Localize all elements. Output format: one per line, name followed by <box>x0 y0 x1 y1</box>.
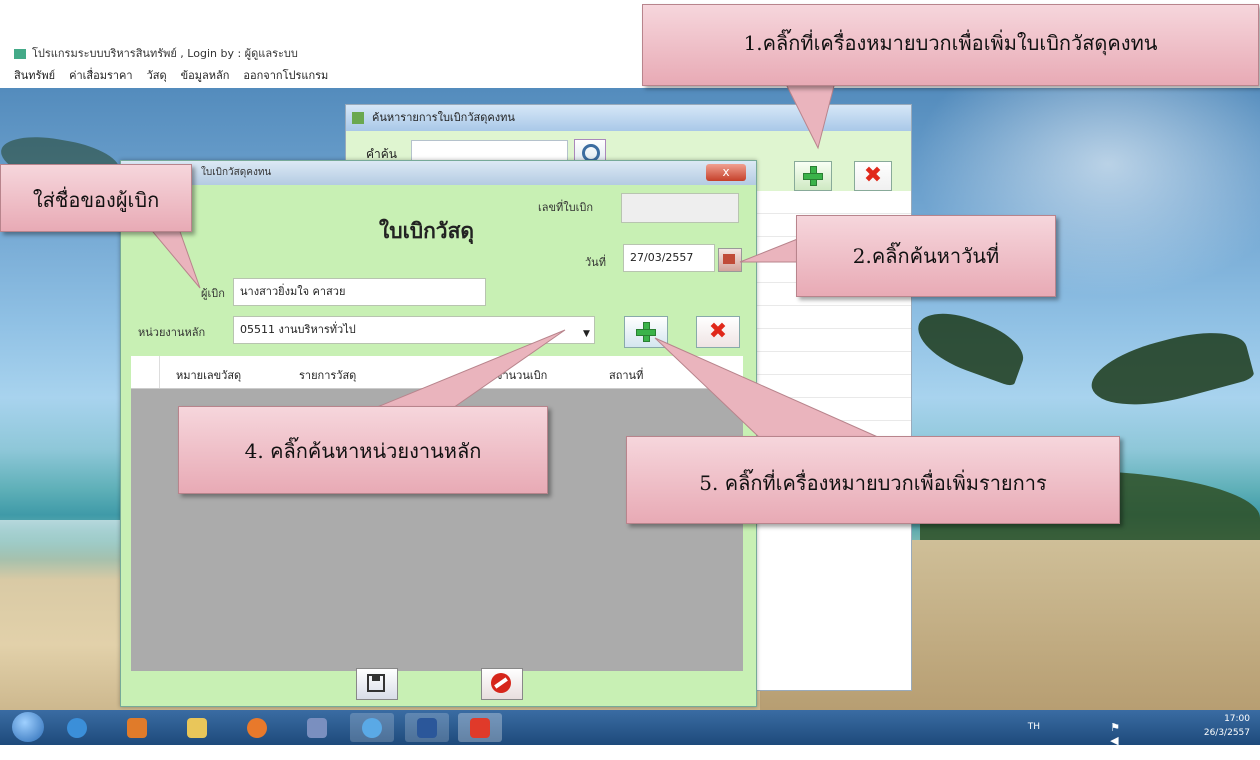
save-button[interactable] <box>356 668 398 700</box>
taskbar-word[interactable] <box>405 713 449 742</box>
callout-4-text: 4. คลิ๊กค้นหาหน่วยงานหลัก <box>244 439 482 463</box>
taskbar-messenger[interactable] <box>295 713 339 742</box>
callout-1-text: 1.คลิ๊กที่เครื่องหมายบวกเพื่อเพิ่มใบเบิก… <box>743 31 1158 55</box>
menu-asset[interactable]: สินทรัพย์ <box>14 66 55 84</box>
doc-no-label: เลขที่ใบเบิก <box>538 201 594 214</box>
language-indicator[interactable]: TH <box>1028 722 1040 732</box>
callout-add-item: 5. คลิ๊กที่เครื่องหมายบวกเพื่อเพิ่มรายกา… <box>626 436 1120 524</box>
add-requisition-button[interactable] <box>794 161 832 191</box>
internet-explorer-icon <box>67 718 87 738</box>
col-quantity[interactable]: จำนวนเบิก <box>496 366 547 384</box>
word-icon <box>417 718 437 738</box>
callout-3-text: ใส่ชื่อของผู้เบิก <box>32 188 160 212</box>
taskbar-ie[interactable] <box>55 713 99 742</box>
callout-2-text: 2.คลิ๊กค้นหาวันที่ <box>852 244 1000 268</box>
folder-icon <box>187 718 207 738</box>
date-field[interactable]: 27/03/2557 <box>623 244 715 272</box>
taskbar: TH ⚑ ◀ ▲ 17:00 26/3/2557 <box>0 710 1260 760</box>
grid-header: หมายเลขวัสดุ รายการวัสดุ จำนวนเบิก สถานท… <box>131 356 743 389</box>
chevron-down-icon: ▼ <box>583 329 590 339</box>
taskbar-app[interactable] <box>458 713 502 742</box>
app-title-text: โปรแกรมระบบบริหารสินทรัพย์ , Login by : … <box>32 47 298 60</box>
window-icon <box>352 112 364 124</box>
floppy-disk-icon <box>367 674 385 692</box>
app-icon <box>470 718 490 738</box>
date-label: วันที่ <box>585 256 606 269</box>
plus-icon <box>803 166 823 186</box>
dialog-titlebar: ใบเบิกวัสดุคงทน x <box>121 161 756 185</box>
app-title: โปรแกรมระบบบริหารสินทรัพย์ , Login by : … <box>14 44 298 62</box>
date-picker-button[interactable] <box>718 248 742 272</box>
menu-bar: สินทรัพย์ ค่าเสื่อมราคา วัสดุ ข้อมูลหลัก… <box>14 66 328 84</box>
callout-date: 2.คลิ๊กค้นหาวันที่ <box>796 215 1056 297</box>
clock-date[interactable]: 26/3/2557 <box>1200 728 1250 738</box>
dialog-title: ใบเบิกวัสดุคงทน <box>201 167 272 178</box>
app-logo-icon <box>14 49 26 59</box>
cancel-button[interactable] <box>481 668 523 700</box>
clock-time[interactable]: 17:00 <box>1210 714 1250 724</box>
close-icon: ✖ <box>708 319 728 344</box>
menu-material[interactable]: วัสดุ <box>147 66 167 84</box>
media-player-icon <box>127 718 147 738</box>
search-window-titlebar: ค้นหารายการใบเบิกวัสดุคงทน <box>346 105 911 131</box>
doc-no-field[interactable] <box>621 193 739 223</box>
requester-input[interactable]: นางสาวยิ่งมใจ คาสวย <box>233 278 486 306</box>
requester-label: ผู้เบิก <box>201 287 225 300</box>
dialog-close-button[interactable]: x <box>706 164 746 181</box>
taskbar-media-player[interactable] <box>115 713 159 742</box>
delete-item-button[interactable]: ✖ <box>696 316 740 348</box>
add-item-button[interactable] <box>624 316 668 348</box>
tray-icons[interactable]: ⚑ ◀ ▲ <box>1110 721 1120 760</box>
callout-5-text: 5. คลิ๊กที่เครื่องหมายบวกเพื่อเพิ่มรายกา… <box>699 471 1047 495</box>
callout-requester: ใส่ชื่อของผู้เบิก <box>0 164 192 232</box>
plus-icon <box>636 322 656 342</box>
start-button[interactable] <box>12 712 44 742</box>
unit-label: หน่วยงานหลัก <box>138 326 206 339</box>
close-icon: ✖ <box>863 163 883 188</box>
unit-dropdown[interactable]: 05511 งานบริหารทั่วไป <box>233 316 595 344</box>
search-window-title: ค้นหารายการใบเบิกวัสดุคงทน <box>372 111 515 124</box>
taskbar-skype[interactable] <box>350 713 394 742</box>
menu-depreciation[interactable]: ค่าเสื่อมราคา <box>69 66 133 84</box>
messenger-icon <box>307 718 327 738</box>
taskbar-explorer[interactable] <box>175 713 219 742</box>
taskbar-firefox[interactable] <box>235 713 279 742</box>
refresh-icon <box>362 718 382 738</box>
callout-unit: 4. คลิ๊กค้นหาหน่วยงานหลัก <box>178 406 548 494</box>
menu-exit[interactable]: ออกจากโปรแกรม <box>243 66 328 84</box>
col-item-no[interactable]: หมายเลขวัสดุ <box>176 366 241 384</box>
col-item-name[interactable]: รายการวัสดุ <box>299 366 356 384</box>
firefox-icon <box>247 718 267 738</box>
delete-requisition-button[interactable]: ✖ <box>854 161 892 191</box>
callout-add-requisition: 1.คลิ๊กที่เครื่องหมายบวกเพื่อเพิ่มใบเบิก… <box>642 4 1259 86</box>
col-location[interactable]: สถานที่ <box>609 366 643 384</box>
grid-corner <box>131 356 160 388</box>
calendar-icon <box>723 254 735 264</box>
no-entry-icon <box>491 673 511 693</box>
menu-master-data[interactable]: ข้อมูลหลัก <box>181 66 230 84</box>
form-title: ใบเบิกวัสดุ <box>379 218 475 243</box>
